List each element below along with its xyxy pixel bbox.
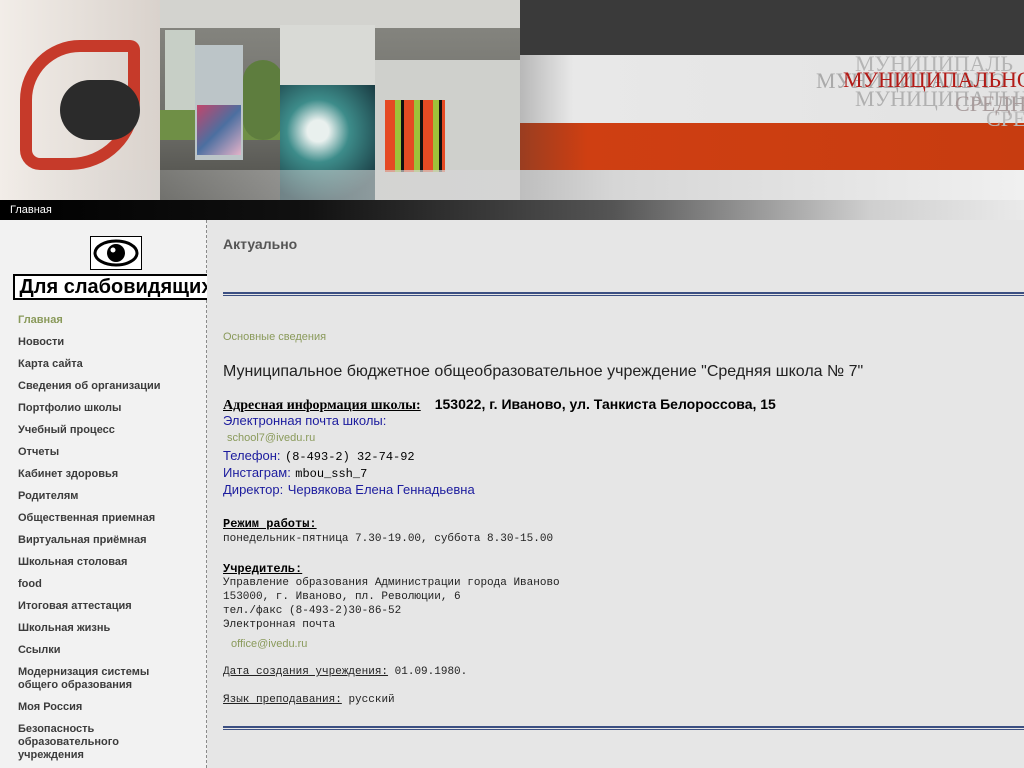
sidebar-item-news[interactable]: Новости [18, 336, 178, 349]
phone-row: Телефон: (8-493-2) 32-74-92 [223, 447, 415, 465]
sidebar-item-school-life[interactable]: Школьная жизнь [18, 622, 178, 635]
sidebar-item-health[interactable]: Кабинет здоровья [18, 468, 178, 481]
address-row: Адресная информация школы: 153022, г. Ива… [223, 396, 776, 414]
sidebar-item-attestation[interactable]: Итоговая аттестация [18, 600, 178, 613]
instagram-row: Инстаграм: mbou_ssh_7 [223, 464, 367, 482]
top-nav: Главная [0, 200, 1024, 220]
phone-label: Телефон: [223, 448, 281, 463]
sidebar-item-virtual-reception[interactable]: Виртуальная приёмная [18, 534, 178, 547]
founder-line: тел./факс (8-493-2)30-86-52 [223, 605, 402, 617]
instagram-label: Инстаграм: [223, 465, 291, 480]
sidebar-item-links[interactable]: Ссылки [18, 644, 178, 657]
founder-line: Электронная почта [223, 619, 336, 631]
sidebar-item-public-reception[interactable]: Общественная приемная [18, 512, 178, 525]
sidebar-item-my-russia[interactable]: Моя Россия [18, 701, 178, 714]
address-value: 153022, г. Иваново, ул. Танкиста Белорос… [434, 396, 776, 412]
sidebar-item-education[interactable]: Учебный процесс [18, 424, 178, 437]
top-nav-home-link[interactable]: Главная [10, 204, 52, 216]
divider [223, 726, 1024, 730]
page-title: Муниципальное бюджетное общеобразователь… [223, 363, 864, 380]
director-row: Директор: Червякова Елена Геннадьевна [223, 481, 475, 499]
sidebar-item-food[interactable]: food [18, 578, 178, 591]
sidebar: Для слабовидящих Главная Новости Карта с… [0, 220, 219, 768]
founder-email-link[interactable]: office@ivedu.ru [231, 638, 307, 650]
banner-bottom-fade [0, 170, 1024, 200]
founder-heading: Учредитель: [223, 562, 303, 576]
eye-icon[interactable] [90, 236, 142, 270]
hours-value: понедельник-пятница 7.30-19.00, суббота … [223, 533, 554, 545]
email-label: Электронная почта школы: [223, 413, 387, 428]
sidebar-item-safety[interactable]: Безопасность образовательного учреждения [18, 723, 178, 762]
divider [223, 292, 1024, 296]
section-title: Актуально [223, 236, 298, 252]
created-row: Дата создания учреждения: 01.09.1980. [223, 666, 467, 678]
basic-info-link[interactable]: Основные сведения [223, 331, 326, 343]
created-label: Дата создания учреждения: [223, 666, 389, 678]
instagram-value: mbou_ssh_7 [295, 467, 368, 481]
header-banner: МУНИЦИПАЛЬ МУНИЦИПАЛЬНО МУНИЦИПАЛЬН СРЕ … [0, 0, 1024, 200]
sidebar-item-modernization[interactable]: Модернизация системы общего образования [18, 666, 178, 692]
language-row: Язык преподавания: русский [223, 694, 395, 706]
school-email-link[interactable]: school7@ivedu.ru [227, 432, 315, 444]
director-value: Червякова Елена Геннадьевна [287, 482, 475, 497]
sidebar-item-sitemap[interactable]: Карта сайта [18, 358, 178, 371]
phone-value: (8-493-2) 32-74-92 [285, 450, 415, 464]
banner-subtitle: СРЕДН [955, 91, 1024, 116]
director-label: Директор: [223, 482, 284, 497]
sidebar-item-parents[interactable]: Родителям [18, 490, 178, 503]
sidebar-menu: Главная Новости Карта сайта Сведения об … [18, 314, 178, 768]
sidebar-item-canteen[interactable]: Школьная столовая [18, 556, 178, 569]
sidebar-item-portfolio[interactable]: Портфолио школы [18, 402, 178, 415]
language-value: русский [348, 694, 395, 706]
sidebar-item-org-info[interactable]: Сведения об организации [18, 380, 178, 393]
founder-line: Управление образования Администрации гор… [223, 577, 560, 589]
low-vision-button[interactable]: Для слабовидящих [13, 274, 219, 300]
sidebar-item-reports[interactable]: Отчеты [18, 446, 178, 459]
founder-line: 153000, г. Иваново, пл. Революции, 6 [223, 591, 461, 603]
address-label: Адресная информация школы: [223, 398, 421, 413]
hours-heading: Режим работы: [223, 517, 317, 531]
main-content: Актуально Основные сведения Муниципально… [207, 220, 1024, 768]
banner-title: МУНИЦИПАЛЬНО [843, 67, 1024, 92]
language-label: Язык преподавания: [223, 694, 342, 706]
created-value: 01.09.1980. [394, 666, 468, 678]
sidebar-item-home[interactable]: Главная [18, 314, 178, 327]
